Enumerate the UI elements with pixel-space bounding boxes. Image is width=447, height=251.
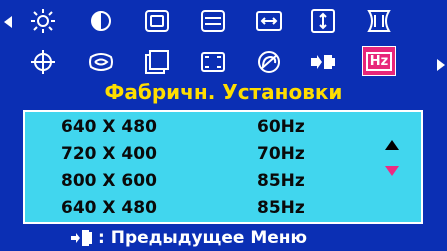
geometry-icon[interactable] <box>26 47 60 77</box>
parallelogram-icon[interactable] <box>140 47 174 77</box>
trapezoid-icon[interactable] <box>84 47 118 77</box>
mode-resolution: 640 X 480 <box>61 117 157 137</box>
v-position-icon[interactable] <box>306 6 340 36</box>
pincushion-icon[interactable] <box>362 6 396 36</box>
h-size-icon[interactable] <box>140 6 174 36</box>
list-item[interactable]: 800 X 600 85Hz <box>25 168 421 194</box>
mode-resolution: 800 X 600 <box>61 171 157 191</box>
page-title: Фабричн. Установки <box>104 80 343 104</box>
mode-resolution: 720 X 400 <box>61 144 157 164</box>
degauss-icon[interactable] <box>252 47 286 77</box>
brightness-icon[interactable] <box>26 6 60 36</box>
mode-frequency: 60Hz <box>257 117 305 137</box>
mode-list-panel: 640 X 480 60Hz 720 X 400 70Hz 800 X 600 … <box>23 110 423 224</box>
osd-menu: Hz Фабричн. Установки 640 X 480 60Hz 720… <box>0 0 447 251</box>
contrast-icon[interactable] <box>84 6 118 36</box>
mode-frequency: 70Hz <box>257 144 305 164</box>
frequency-icon[interactable]: Hz <box>362 46 396 76</box>
frequency-icon-label: Hz <box>365 51 393 71</box>
mode-frequency: 85Hz <box>257 198 305 218</box>
mode-resolution: 640 X 480 <box>61 198 157 218</box>
scroll-up-icon[interactable] <box>385 140 399 150</box>
list-item[interactable]: 720 X 400 70Hz <box>25 141 421 167</box>
previous-menu-label: : Предыдущее Меню <box>98 228 308 248</box>
h-position-icon[interactable] <box>252 6 286 36</box>
right-arrow-icon[interactable] <box>437 59 445 71</box>
left-arrow-icon[interactable] <box>4 16 12 28</box>
scroll-down-icon[interactable] <box>385 166 399 176</box>
list-item[interactable]: 640 X 480 60Hz <box>25 114 421 140</box>
list-item[interactable]: 640 X 480 85Hz <box>25 195 421 221</box>
mode-frequency: 85Hz <box>257 171 305 191</box>
exit-door-icon <box>71 230 92 246</box>
zoom-icon[interactable] <box>196 47 230 77</box>
v-size-icon[interactable] <box>196 6 230 36</box>
input-icon[interactable] <box>306 47 340 77</box>
previous-menu-hint[interactable]: : Предыдущее Меню <box>70 226 307 250</box>
